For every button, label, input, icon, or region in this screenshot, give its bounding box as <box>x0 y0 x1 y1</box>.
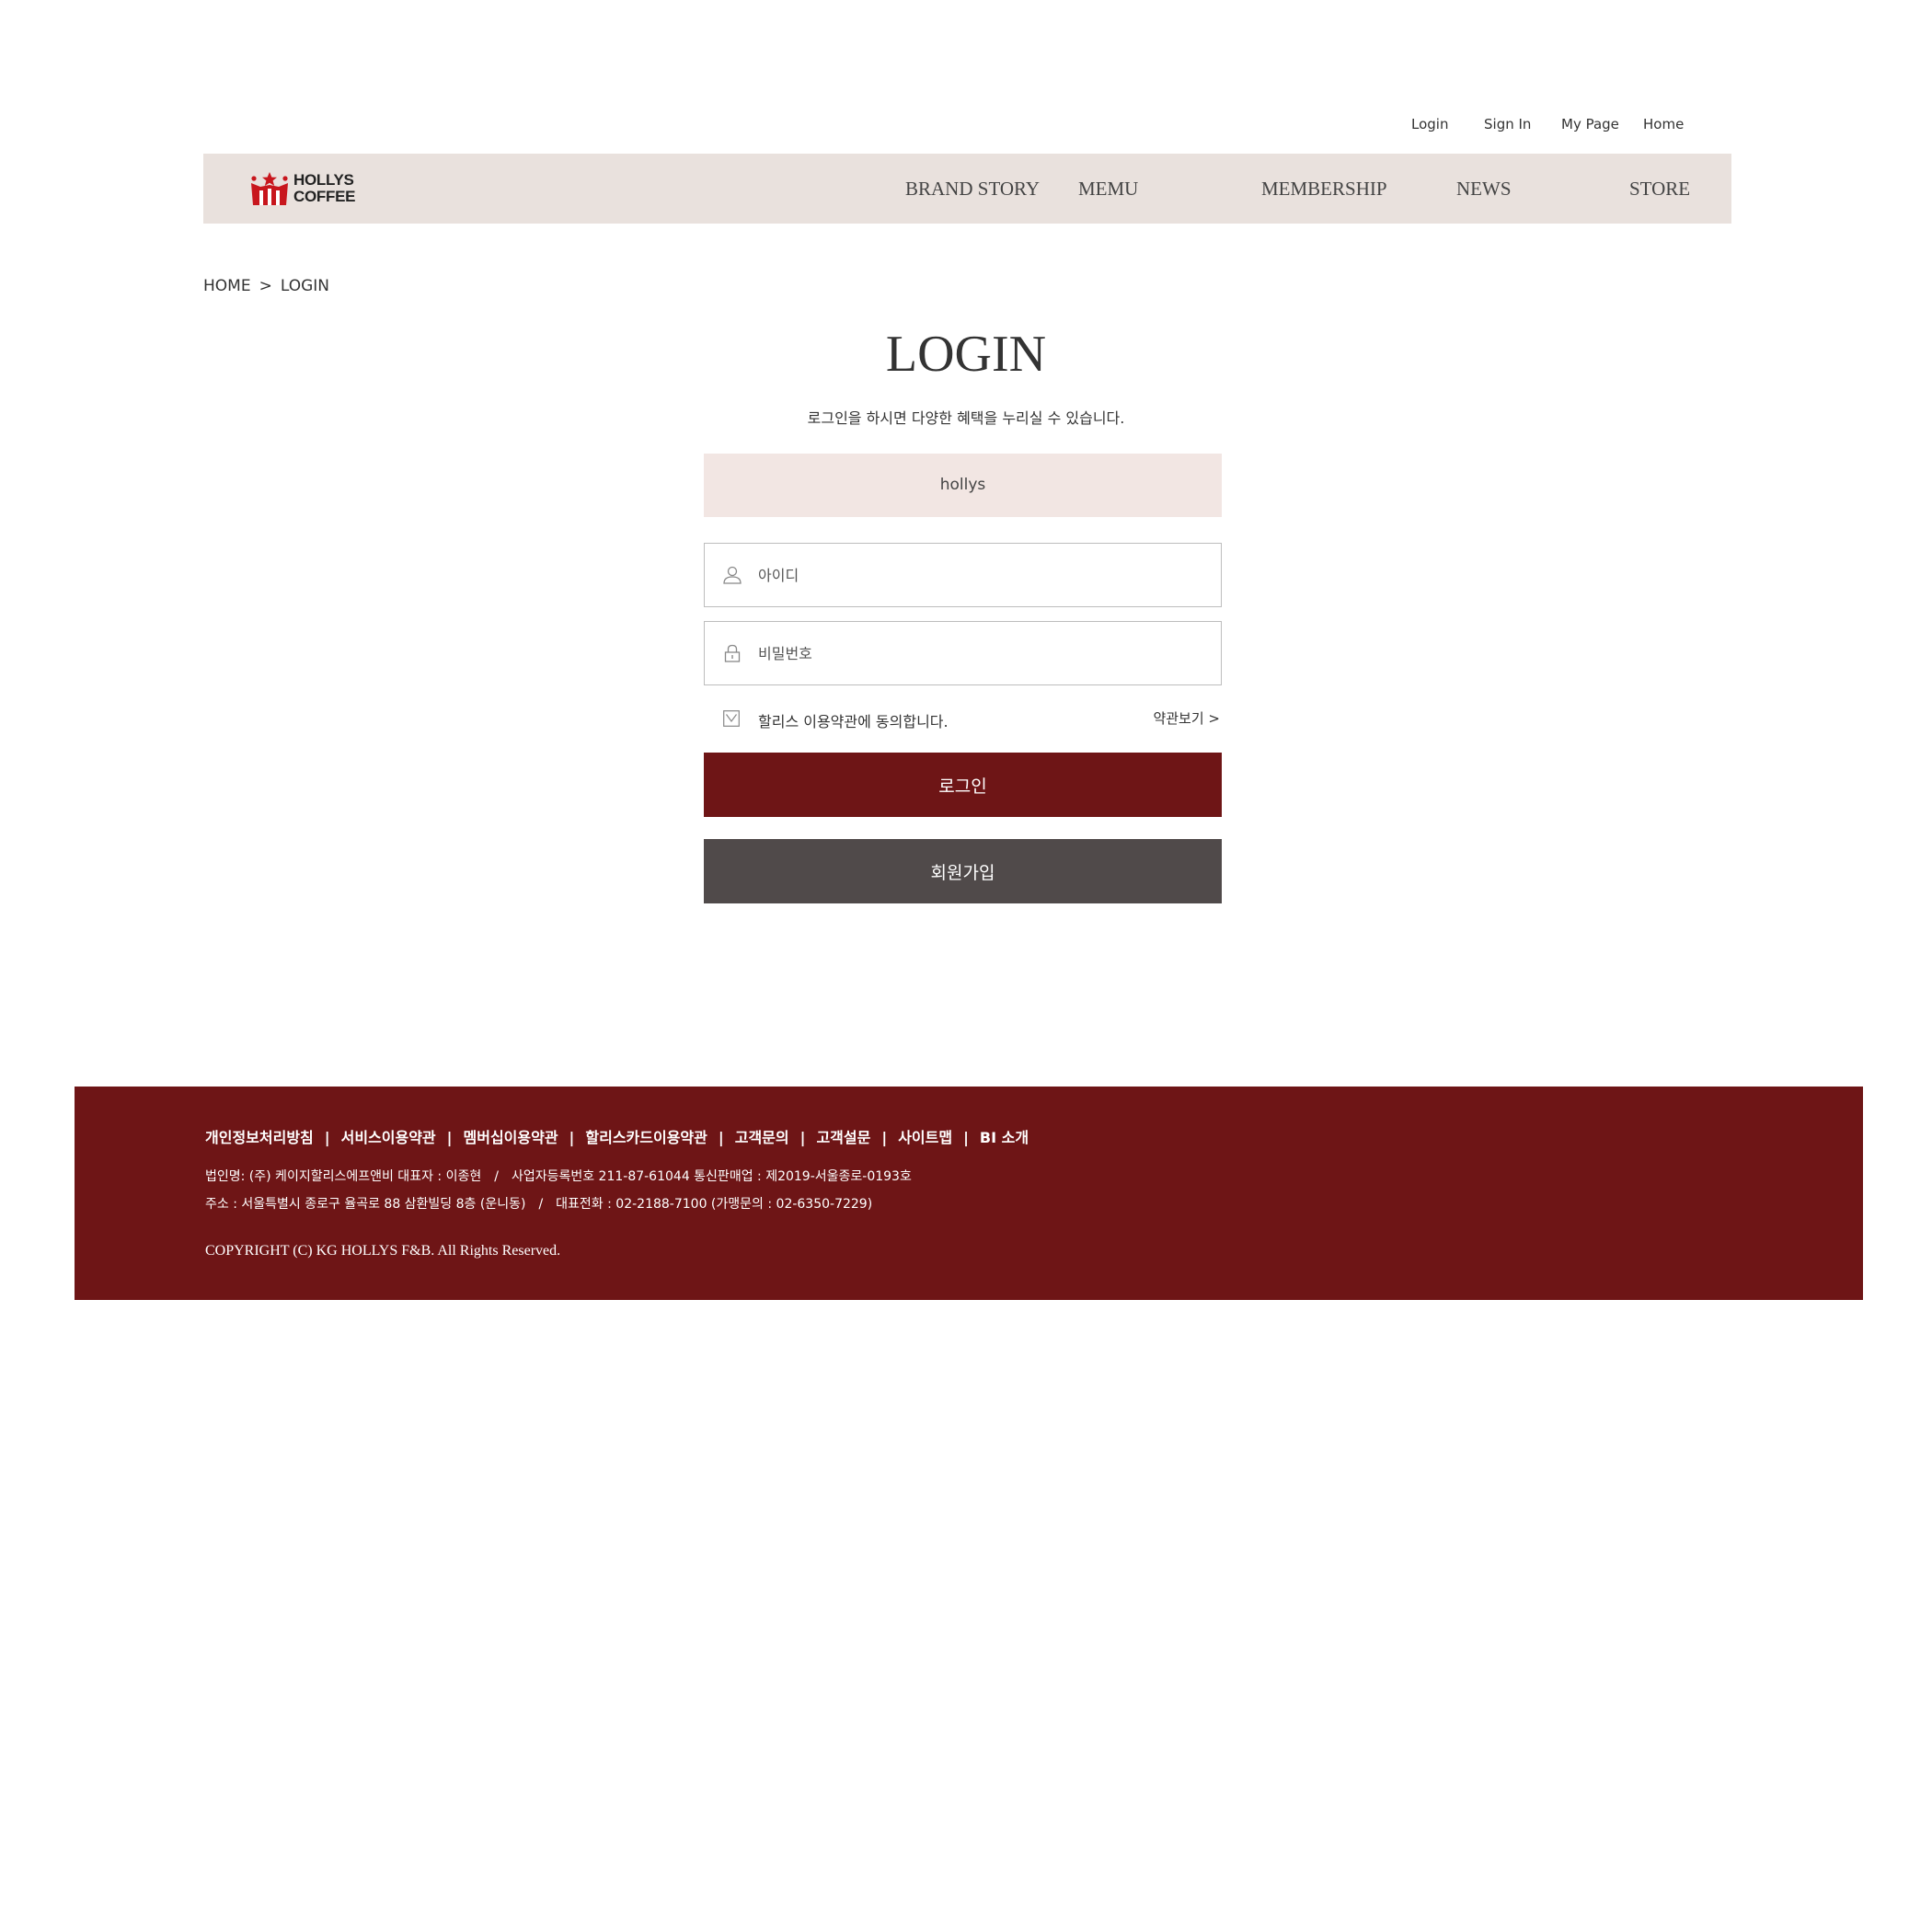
util-my-page-link[interactable]: My Page <box>1561 116 1619 132</box>
join-button[interactable]: 회원가입 <box>704 839 1222 903</box>
page-title: LOGIN <box>885 326 1047 383</box>
breadcrumb-current: LOGIN <box>280 277 329 295</box>
util-sign-in-link[interactable]: Sign In <box>1484 116 1531 132</box>
terms-agree-row: 할리스 이용약관에 동의합니다. 약관보기 > <box>704 699 1222 732</box>
footer-separator: | <box>881 1129 888 1146</box>
util-home-link[interactable]: Home <box>1643 116 1684 132</box>
footer-separator: | <box>799 1129 806 1146</box>
footer-link-sitemap[interactable]: 사이트맵 <box>898 1129 952 1146</box>
footer-link-privacy[interactable]: 개인정보처리방침 <box>205 1129 314 1146</box>
id-input[interactable] <box>758 553 1200 597</box>
lock-icon <box>724 644 741 662</box>
login-button[interactable]: 로그인 <box>704 753 1222 817</box>
brand-tab[interactable]: hollys <box>704 454 1222 517</box>
footer-slash: / <box>538 1197 544 1212</box>
footer-link-card-terms[interactable]: 할리스카드이용약관 <box>585 1129 707 1146</box>
footer-slash: / <box>494 1169 499 1184</box>
breadcrumb-home[interactable]: HOME <box>203 277 251 295</box>
login-description: 로그인을 하시면 다양한 혜택을 누리실 수 있습니다. <box>807 409 1125 427</box>
breadcrumb-separator: > <box>259 277 272 295</box>
footer-separator: | <box>718 1129 724 1146</box>
footer-separator: | <box>569 1129 575 1146</box>
footer-link-bi[interactable]: BI 소개 <box>980 1129 1029 1146</box>
nav-store[interactable]: STORE <box>1629 178 1690 201</box>
footer-copyright: COPYRIGHT (C) KG HOLLYS F&B. All Rights … <box>205 1243 561 1259</box>
nav-brand-story[interactable]: BRAND STORY <box>905 178 1040 201</box>
view-terms-link[interactable]: 약관보기 > <box>1153 708 1220 728</box>
password-field[interactable] <box>704 621 1222 685</box>
agree-checkbox[interactable] <box>723 710 740 727</box>
hollys-logo[interactable]: HOLLYS COFFEE <box>251 170 371 209</box>
footer-link-inquiry[interactable]: 고객문의 <box>735 1129 789 1146</box>
footer-address-info: 주소 : 서울특별시 종로구 율곡로 88 삼환빌딩 8층 (운니동) / 대표전화… <box>205 1194 872 1213</box>
logo-line-hollys: HOLLYS <box>293 171 354 189</box>
footer-address: 주소 : 서울특별시 종로구 율곡로 88 삼환빌딩 8층 (운니동) <box>205 1197 526 1212</box>
crown-icon <box>251 172 288 205</box>
footer-business-number: 사업자등록번호 211-87-61044 통신판매업 : 제2019-서울종로-… <box>511 1169 912 1184</box>
footer-link-membership-terms[interactable]: 멤버십이용약관 <box>464 1129 558 1146</box>
logo-wordmark: HOLLYS COFFEE <box>293 172 355 205</box>
util-login-link[interactable]: Login <box>1411 116 1448 132</box>
footer-company-info: 법인명: (주) 케이지할리스에프앤비 대표자 : 이종현 / 사업자등록번호 21… <box>205 1167 912 1185</box>
footer-links: 개인정보처리방침 | 서비스이용약관 | 멤버십이용약관 | 할리스카드이용약관 | 고객문의 |… <box>205 1125 1029 1147</box>
footer-company-name: 법인명: (주) 케이지할리스에프앤비 대표자 : 이종현 <box>205 1169 482 1184</box>
nav-menu[interactable]: MEMU <box>1078 178 1138 201</box>
utility-nav: Login Sign In My Page Home <box>1371 116 1684 144</box>
footer-separator: | <box>446 1129 453 1146</box>
footer: 개인정보처리방침 | 서비스이용약관 | 멤버십이용약관 | 할리스카드이용약관 | 고객문의 |… <box>75 1087 1863 1300</box>
id-field[interactable] <box>704 543 1222 607</box>
agree-label: 할리스 이용약관에 동의합니다. <box>758 713 949 730</box>
nav-membership[interactable]: MEMBERSHIP <box>1261 178 1387 201</box>
user-icon <box>723 566 742 584</box>
footer-separator: | <box>324 1129 330 1146</box>
password-input[interactable] <box>758 631 1200 675</box>
footer-separator: | <box>963 1129 969 1146</box>
nav-news[interactable]: NEWS <box>1456 178 1512 201</box>
logo-line-coffee: COFFEE <box>293 188 356 205</box>
footer-link-service-terms[interactable]: 서비스이용약관 <box>341 1129 436 1146</box>
footer-link-survey[interactable]: 고객설문 <box>816 1129 870 1146</box>
breadcrumb: HOME > LOGIN <box>203 277 329 295</box>
main-header: HOLLYS COFFEE BRAND STORY MEMU MEMBERSHI… <box>203 154 1731 224</box>
footer-phone: 대표전화 : 02-2188-7100 (가맹문의 : 02-6350-7229… <box>556 1197 873 1212</box>
